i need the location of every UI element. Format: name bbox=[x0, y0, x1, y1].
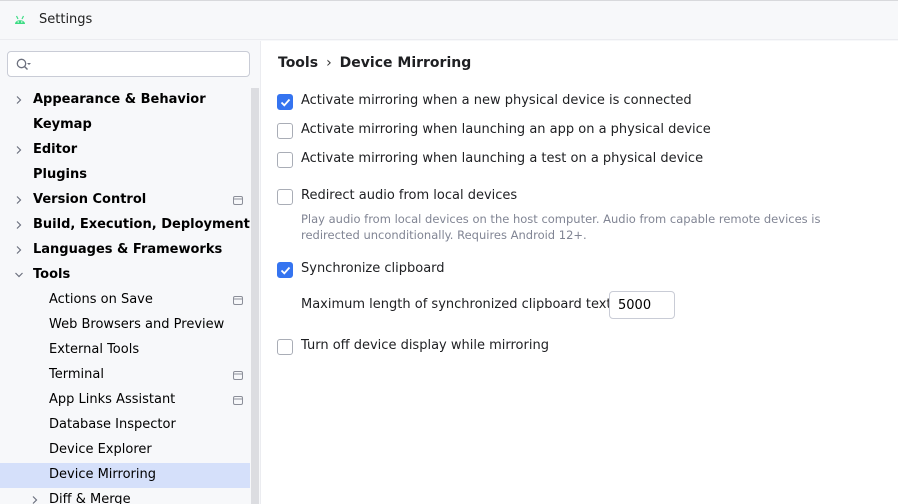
settings-tree: Appearance & Behavior Keymap Editor Plugins… bbox=[0, 88, 250, 504]
settings-search-box[interactable] bbox=[7, 51, 250, 77]
tree-item-label: Keymap bbox=[33, 117, 92, 132]
redirect-audio-description: Play audio from local devices on the hos… bbox=[301, 211, 841, 243]
breadcrumb-separator: › bbox=[326, 55, 332, 71]
tree-item-label: Device Mirroring bbox=[49, 467, 156, 482]
turn-off-display-checkbox[interactable] bbox=[277, 339, 293, 355]
tree-item-label: Tools bbox=[33, 267, 71, 282]
settings-content-panel: Tools › Device Mirroring Activate mirrorin… bbox=[261, 41, 898, 504]
max-clipboard-length-label: Maximum length of synchronized clipboard… bbox=[301, 297, 616, 312]
tree-item-plugins[interactable]: Plugins bbox=[0, 163, 250, 188]
redirect-audio-checkbox[interactable] bbox=[277, 189, 293, 205]
tree-item-label: Version Control bbox=[33, 192, 147, 207]
tree-item-web-browsers-and-preview[interactable]: Web Browsers and Preview bbox=[0, 313, 250, 338]
tree-item-label: External Tools bbox=[49, 342, 140, 357]
chevron-right-icon[interactable] bbox=[14, 95, 24, 105]
redirect-audio-description-line1: Play audio from local devices on the hos… bbox=[301, 212, 821, 226]
tree-item-label: Terminal bbox=[49, 367, 104, 382]
breadcrumb-parent[interactable]: Tools bbox=[278, 55, 318, 71]
tree-item-version-control[interactable]: Version Control bbox=[0, 188, 250, 213]
project-level-icon bbox=[233, 296, 243, 305]
max-clipboard-length-input[interactable] bbox=[609, 291, 675, 319]
tree-item-label: Device Explorer bbox=[49, 442, 152, 457]
chevron-down-icon[interactable] bbox=[14, 270, 24, 280]
chevron-right-icon[interactable] bbox=[14, 245, 24, 255]
tree-item-label: Editor bbox=[33, 142, 78, 157]
tree-item-label: Languages & Frameworks bbox=[33, 242, 223, 257]
tree-item-device-mirroring[interactable]: Device Mirroring bbox=[0, 463, 250, 488]
sync-clipboard-checkbox[interactable] bbox=[277, 262, 293, 278]
tree-item-label: App Links Assistant bbox=[49, 392, 176, 407]
chevron-right-icon[interactable] bbox=[14, 145, 24, 155]
tree-item-keymap[interactable]: Keymap bbox=[0, 113, 250, 138]
window-title: Settings bbox=[39, 12, 93, 27]
checkmark-icon bbox=[280, 98, 291, 107]
checkmark-icon bbox=[280, 266, 291, 275]
activate-on-test-launch-label[interactable]: Activate mirroring when launching a test… bbox=[301, 151, 703, 166]
tree-item-label: Plugins bbox=[33, 167, 87, 182]
activate-on-app-launch-label[interactable]: Activate mirroring when launching an app… bbox=[301, 122, 711, 137]
tree-item-device-explorer[interactable]: Device Explorer bbox=[0, 438, 250, 463]
tree-item-editor[interactable]: Editor bbox=[0, 138, 250, 163]
chevron-right-icon[interactable] bbox=[14, 220, 24, 230]
breadcrumb-current: Device Mirroring bbox=[339, 55, 472, 71]
turn-off-display-label[interactable]: Turn off device display while mirroring bbox=[301, 338, 549, 353]
tree-item-build-execution-deployment[interactable]: Build, Execution, Deployment bbox=[0, 213, 250, 238]
chevron-right-icon[interactable] bbox=[30, 495, 40, 504]
tree-item-label: Appearance & Behavior bbox=[33, 92, 206, 107]
tree-item-label: Web Browsers and Preview bbox=[49, 317, 225, 332]
tree-item-tools[interactable]: Tools bbox=[0, 263, 250, 288]
redirect-audio-label[interactable]: Redirect audio from local devices bbox=[301, 188, 517, 203]
tree-item-appearance-behavior[interactable]: Appearance & Behavior bbox=[0, 88, 250, 113]
sidebar-scrollbar-thumb[interactable] bbox=[251, 88, 259, 504]
tree-item-label: Diff & Merge bbox=[49, 492, 131, 504]
tree-item-actions-on-save[interactable]: Actions on Save bbox=[0, 288, 250, 313]
tree-item-database-inspector[interactable]: Database Inspector bbox=[0, 413, 250, 438]
tree-item-terminal[interactable]: Terminal bbox=[0, 363, 250, 388]
project-level-icon bbox=[233, 396, 243, 405]
activate-on-app-launch-checkbox[interactable] bbox=[277, 123, 293, 139]
chevron-right-icon[interactable] bbox=[14, 195, 24, 205]
tree-item-app-links-assistant[interactable]: App Links Assistant bbox=[0, 388, 250, 413]
project-level-icon bbox=[233, 196, 243, 205]
android-icon bbox=[15, 15, 25, 24]
tree-item-label: Build, Execution, Deployment bbox=[33, 217, 250, 232]
redirect-audio-description-line2: redirected unconditionally. Requires And… bbox=[301, 228, 587, 242]
breadcrumb: Tools › Device Mirroring bbox=[278, 55, 471, 71]
tree-item-diff-merge[interactable]: Diff & Merge bbox=[0, 488, 250, 504]
activate-on-test-launch-checkbox[interactable] bbox=[277, 152, 293, 168]
sync-clipboard-label[interactable]: Synchronize clipboard bbox=[301, 261, 445, 276]
search-input[interactable] bbox=[36, 55, 245, 75]
activate-on-connect-label[interactable]: Activate mirroring when a new physical d… bbox=[301, 93, 692, 108]
tree-item-label: Actions on Save bbox=[49, 292, 153, 307]
project-level-icon bbox=[233, 371, 243, 380]
search-icon bbox=[16, 58, 31, 70]
activate-on-connect-checkbox[interactable] bbox=[277, 94, 293, 110]
title-bar: Settings bbox=[0, 0, 898, 40]
tree-item-external-tools[interactable]: External Tools bbox=[0, 338, 250, 363]
tree-item-languages-frameworks[interactable]: Languages & Frameworks bbox=[0, 238, 250, 263]
tree-item-label: Database Inspector bbox=[49, 417, 176, 432]
